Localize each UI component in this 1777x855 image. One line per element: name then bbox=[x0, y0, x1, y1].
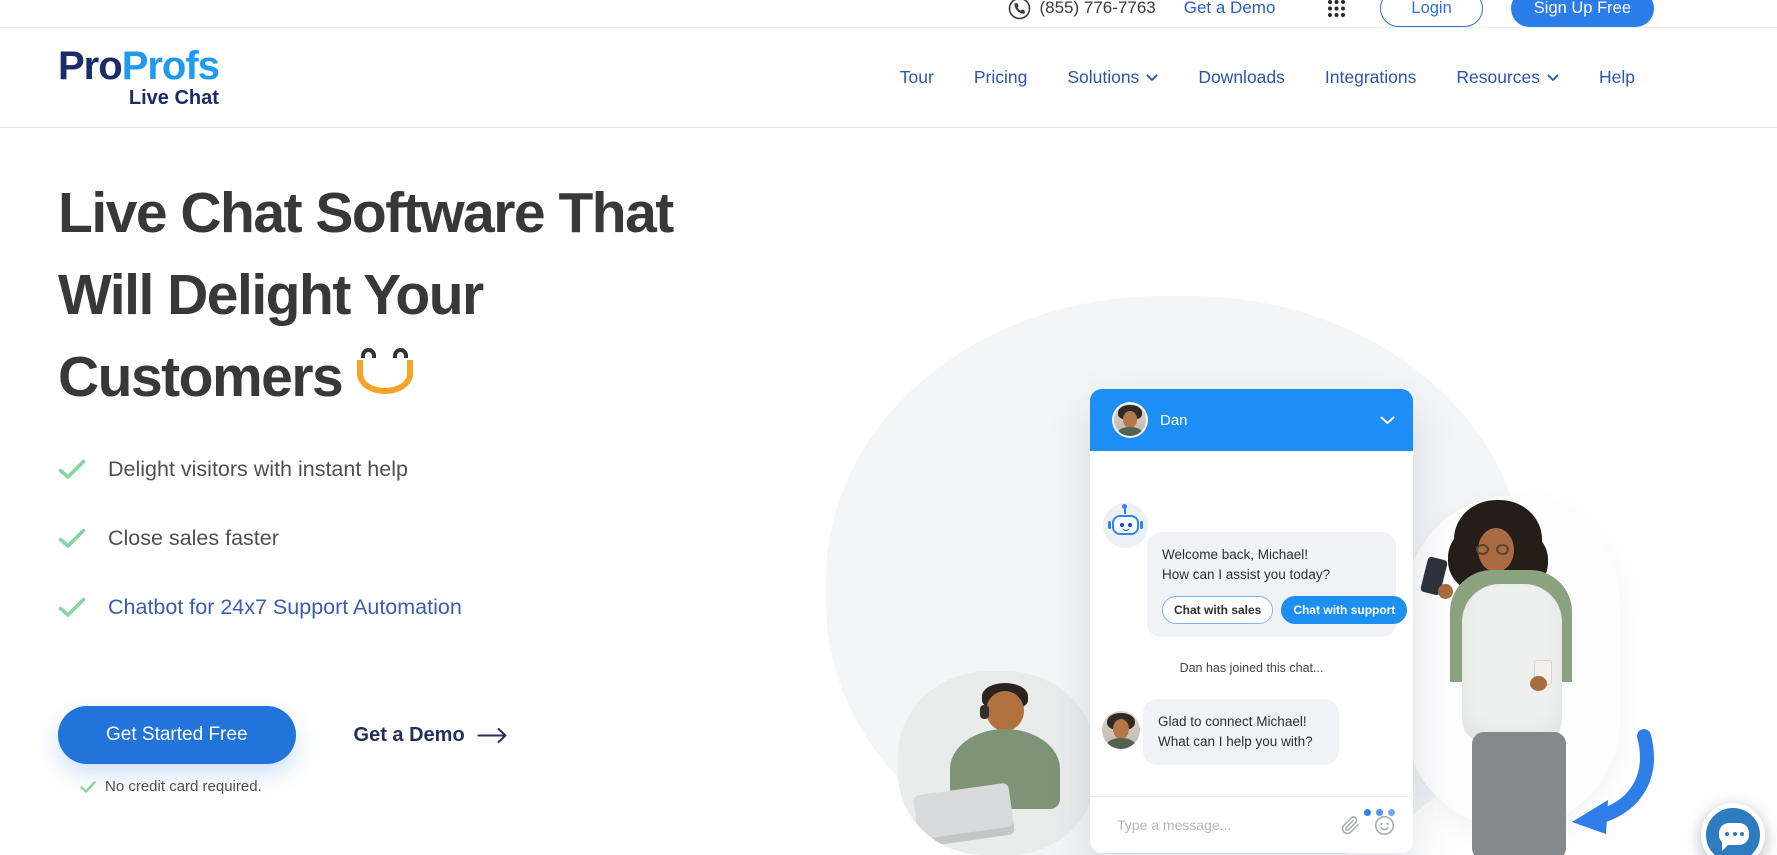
chat-with-sales-button[interactable]: Chat with sales bbox=[1162, 596, 1274, 624]
agent-name: Dan bbox=[1160, 411, 1188, 429]
agent-avatar bbox=[1102, 711, 1140, 749]
checklist-item: Close sales faster bbox=[58, 523, 760, 553]
chevron-down-icon bbox=[1547, 74, 1559, 82]
get-a-demo-link[interactable]: Get a Demo bbox=[354, 724, 508, 747]
apps-grid-icon[interactable] bbox=[1327, 0, 1346, 18]
chatbot-link[interactable]: Chatbot for 24x7 Support Automation bbox=[108, 595, 462, 620]
signup-free-button[interactable]: Sign Up Free bbox=[1510, 0, 1654, 27]
proprofs-logo[interactable]: ProProfs Live Chat bbox=[58, 44, 220, 109]
chat-widget-header[interactable]: Dan bbox=[1090, 389, 1413, 451]
check-icon bbox=[58, 459, 86, 480]
logo-profs: Profs bbox=[121, 44, 220, 88]
chat-bubble-icon bbox=[1719, 823, 1749, 851]
emoji-icon[interactable] bbox=[1374, 815, 1395, 836]
checklist-item: Chatbot for 24x7 Support Automation bbox=[58, 592, 760, 622]
smile-icon bbox=[356, 346, 420, 402]
chat-launcher-button[interactable] bbox=[1701, 803, 1765, 855]
chevron-down-icon bbox=[1146, 74, 1158, 82]
arrow-right-icon bbox=[477, 727, 508, 744]
chat-status-text: Dan has joined this chat... bbox=[1179, 661, 1324, 675]
chat-messages: Welcome back, Michael! How can I assist … bbox=[1090, 451, 1413, 816]
hero-section: Live Chat Software That Will Delight You… bbox=[0, 128, 1777, 855]
chat-widget: Dan Welcome back, Michael! How can I ass… bbox=[1090, 389, 1413, 853]
topbar-get-a-demo-link[interactable]: Get a Demo bbox=[1184, 0, 1276, 18]
login-button[interactable]: Login bbox=[1380, 0, 1483, 27]
hero-copy: Live Chat Software That Will Delight You… bbox=[0, 128, 760, 795]
nav-item-solutions[interactable]: Solutions bbox=[1067, 67, 1158, 88]
phone-number: (855) 776-7763 bbox=[1039, 0, 1156, 17]
nav-item-resources[interactable]: Resources bbox=[1456, 67, 1559, 88]
hero-photo-man bbox=[898, 671, 1096, 855]
checklist-label: Delight visitors with instant help bbox=[108, 456, 408, 481]
checklist-label: Close sales faster bbox=[108, 525, 279, 550]
no-credit-note: No credit card required. bbox=[80, 778, 760, 795]
agent-message-bubble: Glad to connect Michael! What can I help… bbox=[1143, 699, 1339, 765]
nav-item-pricing[interactable]: Pricing bbox=[974, 67, 1028, 88]
page: (855) 776-7763 Get a Demo Login Sign Up … bbox=[0, 0, 1777, 855]
phone-link[interactable]: (855) 776-7763 bbox=[1008, 0, 1156, 20]
bot-message-bubble: Welcome back, Michael! How can I assist … bbox=[1147, 532, 1408, 637]
nav-item-help[interactable]: Help bbox=[1599, 67, 1635, 88]
hero-heading: Live Chat Software That Will Delight You… bbox=[58, 181, 674, 409]
get-started-free-button[interactable]: Get Started Free bbox=[58, 706, 296, 764]
cta-row: Get Started Free Get a Demo bbox=[58, 706, 760, 764]
logo-pro: Pro bbox=[58, 44, 123, 88]
bot-avatar bbox=[1103, 503, 1148, 548]
logo-tagline: Live Chat bbox=[128, 87, 219, 109]
top-utility-bar: (855) 776-7763 Get a Demo Login Sign Up … bbox=[0, 0, 1777, 28]
main-nav: ProProfs Live Chat Tour Pricing Solution… bbox=[0, 28, 1777, 128]
arrow-doodle-icon bbox=[1568, 728, 1656, 841]
paperclip-icon[interactable] bbox=[1341, 815, 1360, 835]
check-icon bbox=[80, 780, 96, 793]
nav-item-downloads[interactable]: Downloads bbox=[1198, 67, 1285, 88]
nav-item-integrations[interactable]: Integrations bbox=[1325, 67, 1416, 88]
hero-checklist: Delight visitors with instant help Close… bbox=[58, 454, 760, 622]
phone-icon bbox=[1008, 0, 1031, 20]
chevron-down-icon[interactable] bbox=[1380, 416, 1395, 425]
check-icon bbox=[58, 528, 86, 549]
nav-menu: Tour Pricing Solutions Downloads Integra… bbox=[900, 67, 1777, 88]
chat-message-input[interactable] bbox=[1117, 817, 1327, 833]
check-icon bbox=[58, 597, 86, 618]
chat-input-bar bbox=[1090, 796, 1413, 853]
agent-avatar bbox=[1112, 402, 1148, 438]
checklist-item: Delight visitors with instant help bbox=[58, 454, 760, 484]
chat-with-support-button[interactable]: Chat with support bbox=[1281, 596, 1408, 624]
nav-item-tour[interactable]: Tour bbox=[900, 67, 934, 88]
